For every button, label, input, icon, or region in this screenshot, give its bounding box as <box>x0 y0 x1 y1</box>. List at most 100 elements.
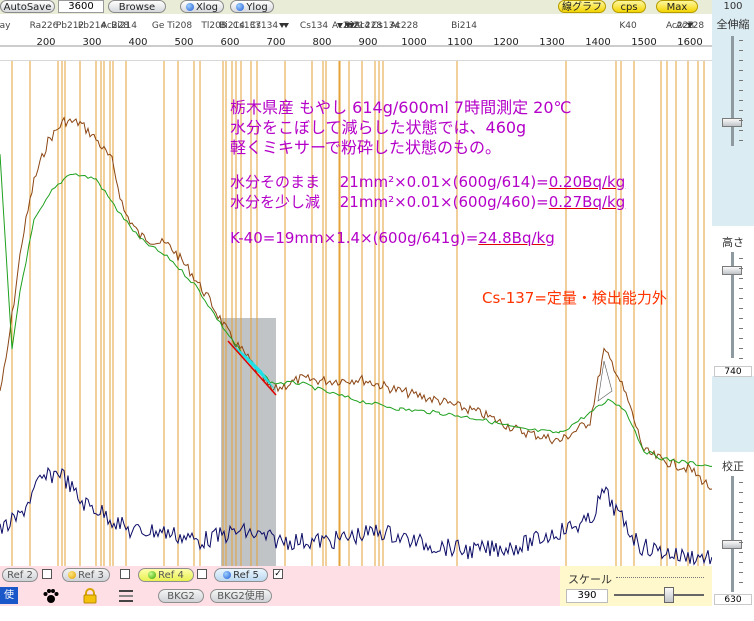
measure-time-field[interactable]: 3600 <box>58 0 104 13</box>
result-water-reduced: 0.27Bq/kg <box>548 193 626 211</box>
ref2-checkbox[interactable] <box>42 569 52 579</box>
ref5-label: Ref 5 <box>233 570 259 581</box>
use-label: 使用 <box>0 587 18 618</box>
annotation-line-3: 軽くミキサーで粉砕した状態のもの。 <box>230 138 502 157</box>
slider-tick <box>739 90 743 91</box>
slider-tick <box>739 328 743 329</box>
slider-tick <box>739 40 743 41</box>
slider-tick <box>739 60 743 61</box>
axis-tick-label: 500 <box>174 37 193 48</box>
peak-marker-icon <box>283 23 289 28</box>
slider-tick <box>739 338 743 339</box>
slider-tick <box>739 482 743 483</box>
slider-tick <box>739 512 743 513</box>
isotope-label: Bi214 <box>451 21 477 31</box>
max-button[interactable]: Max <box>656 0 698 13</box>
paw-icon[interactable] <box>42 588 60 604</box>
slider-tick <box>739 572 743 573</box>
axis-tick-label: 700 <box>266 37 285 48</box>
cps-button[interactable]: cps <box>612 0 646 13</box>
isotope-label: Cs134 <box>300 21 328 31</box>
xlog-radio-icon <box>185 3 194 11</box>
slider-tick <box>739 278 743 279</box>
axis-tick-label: 200 <box>36 37 55 48</box>
axis-tick-label: 1400 <box>585 37 610 48</box>
line-graph-button[interactable]: 線グラフ <box>558 0 606 13</box>
ref3-checkbox[interactable] <box>120 569 130 579</box>
calib-slider-track[interactable] <box>731 476 734 592</box>
slider-tick <box>739 268 743 269</box>
annotation-line-4: 水分そのまま 21mm²×0.01×(600g/614)=0.20Bq/kg <box>230 171 625 192</box>
ylog-radio-icon <box>236 3 245 11</box>
slider-tick <box>739 358 743 359</box>
slider-tick <box>739 522 743 523</box>
ref3-radio-icon <box>68 571 77 579</box>
slider-tick <box>739 130 743 131</box>
ref4-checkbox[interactable] <box>197 569 207 579</box>
ref3-button[interactable]: Ref 3 <box>62 568 110 582</box>
background-spectrum <box>0 466 713 566</box>
ref4-label: Ref 4 <box>158 570 184 581</box>
slider-tick <box>739 582 743 583</box>
lock-icon[interactable] <box>82 588 98 604</box>
slider-tick <box>739 542 743 543</box>
bkg2-use-button[interactable]: BKG2使用 <box>210 589 272 603</box>
axis-tick-label: 800 <box>312 37 331 48</box>
isotope-label: Ac228 <box>390 21 418 31</box>
bkg2-button[interactable]: BKG2 <box>158 589 204 603</box>
annotation-line-5: 水分を少し減 21mm²×0.01×(600g/460)=0.27Bq/kg <box>230 191 625 212</box>
axis-tick-label: 1600 <box>677 37 702 48</box>
axis-tick-label: 1300 <box>539 37 564 48</box>
slider-tick <box>739 562 743 563</box>
browse-button[interactable]: Browse <box>108 0 166 13</box>
slider-tick <box>739 532 743 533</box>
ref5-button[interactable]: Ref 5 <box>214 568 268 582</box>
axis-tick-label: 1000 <box>401 37 426 48</box>
scale-value: 390 <box>566 589 608 603</box>
scale-panel: スケール 390 <box>560 566 712 606</box>
slider-tick <box>739 502 743 503</box>
calc-water-kept: 水分そのまま 21mm²×0.01×(600g/614)= <box>230 173 549 191</box>
slider-tick <box>739 80 743 81</box>
slider-tick <box>739 492 743 493</box>
xlog-toggle[interactable]: Xlog <box>180 0 224 13</box>
slider-tick <box>739 318 743 319</box>
isotope-label: Ge Ti208 <box>152 21 193 31</box>
slider-tick <box>739 100 743 101</box>
slider-tick <box>739 288 743 289</box>
spectrum-plot[interactable]: 栃木県産 もやし 614g/600ml 7時間測定 20℃ 水分をこぼして減らし… <box>0 60 713 567</box>
toolbar: AutoSave 3600 Browse Xlog Ylog 線グラフ cps … <box>0 0 712 14</box>
ylog-toggle[interactable]: Ylog <box>230 0 274 13</box>
scale-label: スケール <box>568 573 612 586</box>
isotope-label: Cs134 <box>250 21 278 31</box>
right-panel: 100 全伸縮 高さ 740 校正 630 <box>712 0 754 606</box>
calc-water-reduced: 水分を少し減 21mm²×0.01×(600g/460)= <box>230 193 549 211</box>
slider-tick <box>739 140 743 141</box>
result-k40: 24.8Bq/kg <box>478 229 555 247</box>
axis-tick-label: 400 <box>128 37 147 48</box>
zoom-slider-track[interactable] <box>731 36 734 146</box>
height-value: 740 <box>714 366 752 377</box>
ref4-button[interactable]: Ref 4 <box>138 568 194 582</box>
ref2-button[interactable]: Ref 2 <box>2 568 38 582</box>
autosave-button[interactable]: AutoSave <box>0 0 55 13</box>
slider-tick <box>739 552 743 553</box>
energy-axis-svg: 200 300 400 500 600 700 800 900 1000 1100 1200 1300… <box>0 21 712 48</box>
xlog-label: Xlog <box>195 2 219 13</box>
ref5-radio-icon <box>223 571 232 579</box>
k40-peak-outline <box>597 360 613 402</box>
slider-tick <box>739 70 743 71</box>
ref5-checkbox[interactable]: ✓ <box>273 569 283 579</box>
isotope-label: Ra226 <box>30 21 59 31</box>
cs137-note: Cs-137=定量・検出能力外 <box>482 289 667 307</box>
scale-slider-thumb[interactable] <box>664 587 674 603</box>
slider-tick <box>739 298 743 299</box>
ref3-label: Ref 3 <box>78 570 104 581</box>
isotope-label: K40 <box>619 21 637 31</box>
axis-tick-label: 600 <box>220 37 239 48</box>
scale-slider-track[interactable] <box>614 594 704 596</box>
calc-k40: K-40=19mm×1.4×(600g/641g)= <box>230 229 479 247</box>
scale-ruler <box>616 571 704 578</box>
grid-icon[interactable] <box>118 588 134 604</box>
top-value: 100 <box>723 1 743 12</box>
